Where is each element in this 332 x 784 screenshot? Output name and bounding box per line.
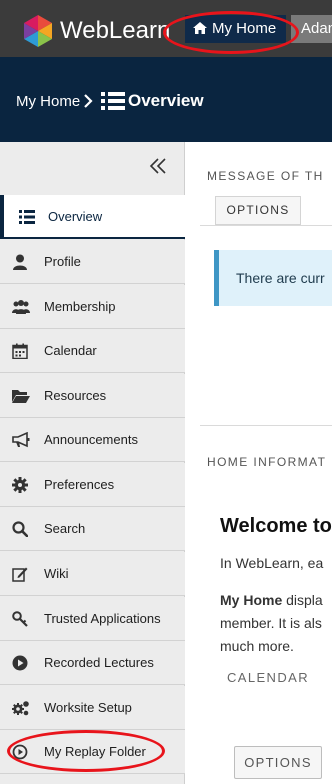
sidebar-item-preferences[interactable]: Preferences [0, 463, 185, 507]
double-chevron-left-icon[interactable] [149, 157, 167, 175]
sidebar-item-label: Preferences [44, 477, 115, 492]
info-alert: There are curr [214, 250, 332, 306]
calendar-options-button[interactable]: OPTIONS [234, 746, 322, 779]
sidebar-item-resources[interactable]: Resources [0, 374, 185, 418]
description-line-3: much more. [220, 638, 294, 654]
list-icon [19, 210, 35, 224]
folder-open-icon [12, 390, 30, 403]
highlight-circle-my-home [163, 11, 299, 54]
gear-icon [12, 477, 28, 493]
sidebar-item-label: Calendar [44, 343, 97, 358]
sidebar-item-worksite-setup[interactable]: Worksite Setup [0, 686, 185, 730]
description-line-2: member. It is als [220, 615, 322, 631]
sidebar-item-overview[interactable]: Overview [0, 195, 185, 239]
sidebar-item-label: Membership [44, 299, 116, 314]
sidebar-item-label: Wiki [44, 566, 69, 581]
sidebar-item-label: Recorded Lectures [44, 655, 154, 670]
sidebar-item-calendar[interactable]: Calendar [0, 329, 185, 373]
calendar-icon [12, 343, 28, 359]
divider [200, 225, 332, 226]
sidebar-item-label: Announcements [44, 432, 138, 447]
motd-options-button[interactable]: OPTIONS [215, 196, 301, 225]
highlight-circle-my-replay-folder [7, 730, 165, 772]
sidebar-item-label: Worksite Setup [44, 700, 132, 715]
key-icon [12, 611, 28, 627]
sidebar-item-label: Profile [44, 254, 81, 269]
search-icon [12, 521, 28, 537]
sidebar-item-trusted-applications[interactable]: Trusted Applications [0, 597, 185, 641]
divider [200, 425, 332, 426]
my-home-term: My Home [220, 592, 283, 608]
sidebar-item-label: Overview [48, 209, 103, 224]
chevron-right-icon [84, 94, 93, 108]
description-line-1: displa [282, 592, 323, 608]
intro-text: In WebLearn, ea [220, 555, 324, 571]
sidebar-item-label: Trusted Applications [44, 611, 161, 626]
sidebar-item-label: Search [44, 521, 86, 536]
description-text: My Home displa member. It is als much mo… [220, 589, 323, 658]
sidebar-item-wiki[interactable]: Wiki [0, 552, 185, 596]
sidebar-item-membership[interactable]: Membership [0, 285, 185, 329]
calendar-heading: CALENDAR [227, 670, 309, 685]
sidebar-item-label: Resources [44, 388, 107, 403]
sidebar-item-announcements[interactable]: Announcements [0, 418, 185, 462]
users-icon [12, 300, 30, 314]
sidebar-item-search[interactable]: Search [0, 507, 185, 551]
user-icon [13, 254, 27, 270]
weblearn-logo[interactable] [21, 14, 55, 48]
play-circle-icon [12, 655, 28, 671]
list-icon [101, 92, 125, 110]
motd-heading: MESSAGE OF TH [207, 169, 324, 183]
edit-icon [12, 567, 28, 582]
brand-name: WebLearn [60, 17, 171, 44]
bullhorn-icon [12, 432, 30, 448]
breadcrumb-home-link[interactable]: My Home [16, 93, 80, 110]
sidebar-item-recorded-lectures[interactable]: Recorded Lectures [0, 641, 185, 685]
home-information-heading: HOME INFORMAT [207, 455, 327, 469]
welcome-heading: Welcome to [220, 515, 332, 537]
page-title: Overview [128, 91, 204, 110]
gears-icon [12, 701, 29, 716]
sidebar-item-profile[interactable]: Profile [0, 240, 185, 284]
